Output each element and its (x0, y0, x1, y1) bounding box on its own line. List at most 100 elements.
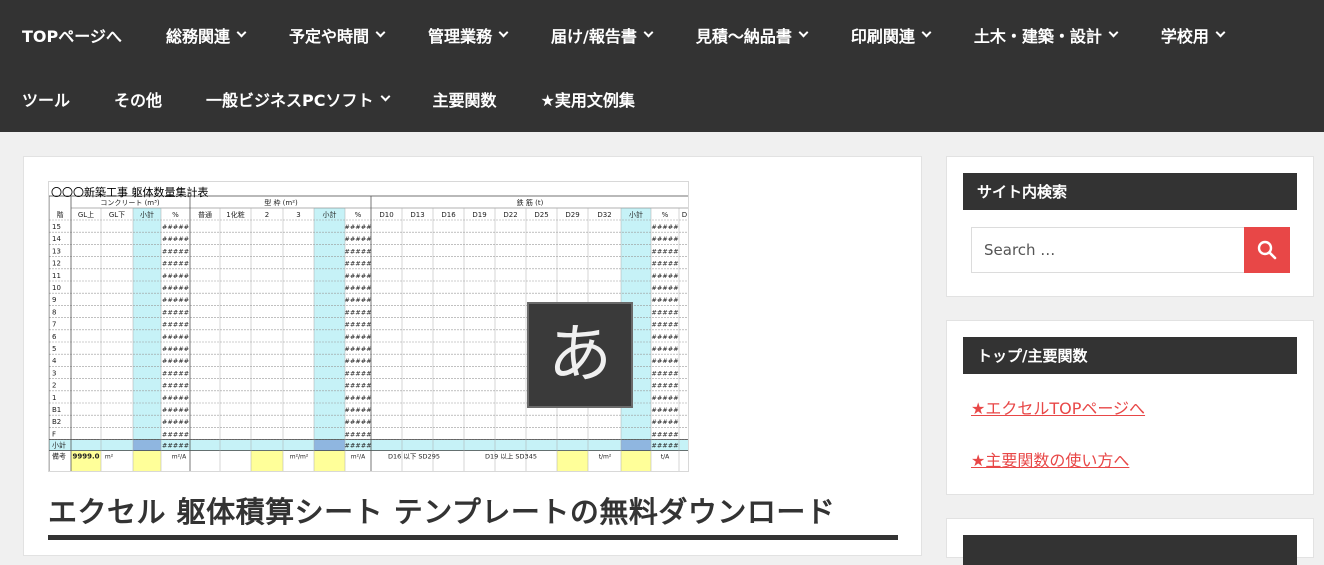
excel-top-link[interactable]: ★エクセルTOPページへ (971, 395, 1145, 419)
overflow-cell: ##### (162, 418, 189, 426)
overflow-cell: ##### (651, 430, 678, 438)
overflow-cell: ##### (651, 382, 678, 390)
floor-label: 4 (52, 357, 57, 365)
floor-label: 14 (52, 235, 61, 243)
column-header: 1化粧 (226, 210, 244, 219)
column-header: % (662, 211, 669, 219)
remarks-unit: m²/m² (290, 454, 309, 461)
row1-item-4[interactable]: 届け/報告書 (529, 3, 674, 67)
nav-item-label: 土木・建築・設計 (973, 27, 1102, 46)
subtotal-cell (314, 439, 345, 451)
search-button[interactable] (1244, 227, 1290, 273)
overflow-cell: ##### (162, 284, 189, 292)
floor-label: 9 (52, 296, 56, 304)
overflow-cell: ##### (162, 247, 189, 255)
overflow-cell: ##### (344, 260, 371, 268)
overflow-cell: ##### (162, 308, 189, 316)
overflow-cell: ##### (344, 235, 371, 243)
remarks-unit: m²/A (172, 454, 187, 461)
post-title: エクセル 躯体積算シート テンプレートの無料ダウンロード (48, 495, 836, 529)
overflow-cell: ##### (344, 308, 371, 316)
overflow-cell: ##### (344, 321, 371, 329)
column-header: 小計 (140, 210, 154, 219)
overflow-cell: ##### (651, 260, 678, 268)
column-header: D22 (503, 211, 517, 219)
overflow-cell: ##### (651, 418, 678, 426)
column-header: D32 (597, 211, 611, 219)
main-navigation: TOPページへ 総務関連 予定や時間 管理業務 届け/報告書 見積～納品書 印刷関連 土木・建… (0, 0, 1324, 132)
column-header: 2 (265, 211, 269, 219)
floor-label: 2 (52, 382, 56, 390)
row2-item-4[interactable]: ★実用文例集 (519, 67, 657, 131)
column-header: D16 (441, 211, 456, 219)
main-functions-link[interactable]: ★主要関数の使い方へ (971, 447, 1129, 471)
remarks-unit: m²/A (351, 454, 366, 461)
overflow-cell: ##### (344, 247, 371, 255)
column-header: % (172, 211, 179, 219)
subtotal-cell (133, 439, 161, 451)
subtotal-label: 小計 (52, 441, 66, 450)
overflow-cell: ##### (651, 345, 678, 353)
overflow-cell: ##### (651, 394, 678, 402)
sidebar-widget-partial (946, 518, 1314, 565)
overflow-cell: ##### (651, 357, 678, 365)
chevron-down-icon (498, 27, 509, 38)
overflow-cell: ##### (651, 333, 678, 341)
floor-label: 6 (52, 333, 57, 341)
column-header: 普通 (198, 210, 212, 219)
column-header: % (355, 211, 362, 219)
column-header: D13 (410, 211, 424, 219)
overflow-cell: ##### (162, 272, 189, 280)
overflow-cell: ##### (162, 406, 189, 414)
remarks-value: 9999.0 (72, 453, 99, 461)
floor-label: B1 (52, 406, 61, 414)
ime-indicator-icon: あ (527, 302, 633, 408)
row2-item-3[interactable]: 主要関数 (411, 67, 519, 131)
nav-item-label: 管理業務 (427, 27, 492, 46)
floor-label: 13 (52, 247, 61, 255)
row1-item-0[interactable]: TOPページへ (0, 3, 144, 67)
overflow-cell: ##### (162, 296, 189, 304)
column-header: 小計 (323, 210, 337, 219)
row1-item-6[interactable]: 印刷関連 (829, 3, 952, 67)
nav-row-primary: TOPページへ 総務関連 予定や時間 管理業務 届け/報告書 見積～納品書 印刷関連 土木・建… (0, 3, 1246, 67)
remarks-cell (621, 450, 651, 471)
floor-label: 15 (52, 223, 61, 231)
row1-item-1[interactable]: 総務関連 (144, 3, 267, 67)
nav-item-label: ★実用文例集 (540, 91, 635, 110)
row1-item-3[interactable]: 管理業務 (406, 3, 529, 67)
row2-item-2[interactable]: 一般ビジネスPCソフト (184, 67, 410, 131)
widget-title-partial (963, 535, 1297, 565)
overflow-cell: ##### (344, 418, 371, 426)
column-header: GL上 (78, 210, 94, 219)
subtotal-column (133, 208, 161, 440)
row2-item-1[interactable]: その他 (92, 67, 184, 131)
chevron-down-icon (236, 27, 247, 38)
rebar-note: D19 以上 SD345 (485, 452, 537, 461)
overflow-cell: ##### (344, 345, 371, 353)
floor-label: 11 (52, 272, 61, 280)
row2-item-0[interactable]: ツール (0, 67, 92, 131)
sheet-title: 〇〇〇新築工事 躯体数量集計表 (51, 186, 209, 199)
floor-label: F (52, 430, 56, 438)
top-functions-widget: トップ/主要関数 ★エクセルTOPページへ ★主要関数の使い方へ (946, 320, 1314, 495)
overflow-cell: ##### (162, 369, 189, 377)
chevron-down-icon (380, 91, 390, 102)
floor-label: 10 (52, 284, 61, 292)
chevron-down-icon (921, 27, 932, 38)
chevron-down-icon (643, 27, 654, 38)
post-thumbnail[interactable]: コンクリート (m³) 型 枠 (m²) 鉄 筋 (t) 階 GL上 GL下 小計% 普通 1化… (48, 181, 689, 472)
row1-item-2[interactable]: 予定や時間 (267, 3, 406, 67)
overflow-cell: ##### (162, 382, 189, 390)
overflow-cell: ##### (344, 223, 371, 231)
chevron-down-icon (1215, 27, 1226, 38)
row1-item-7[interactable]: 土木・建築・設計 (952, 3, 1139, 67)
row1-item-8[interactable]: 学校用 (1139, 3, 1246, 67)
nav-item-label: 印刷関連 (850, 27, 915, 46)
remarks-cell (557, 450, 588, 471)
row1-item-5[interactable]: 見積～納品書 (674, 3, 829, 67)
nav-item-label: 主要関数 (432, 91, 497, 110)
overflow-cell: ##### (344, 406, 371, 414)
search-input[interactable] (971, 227, 1246, 273)
chevron-down-icon (1108, 27, 1119, 38)
